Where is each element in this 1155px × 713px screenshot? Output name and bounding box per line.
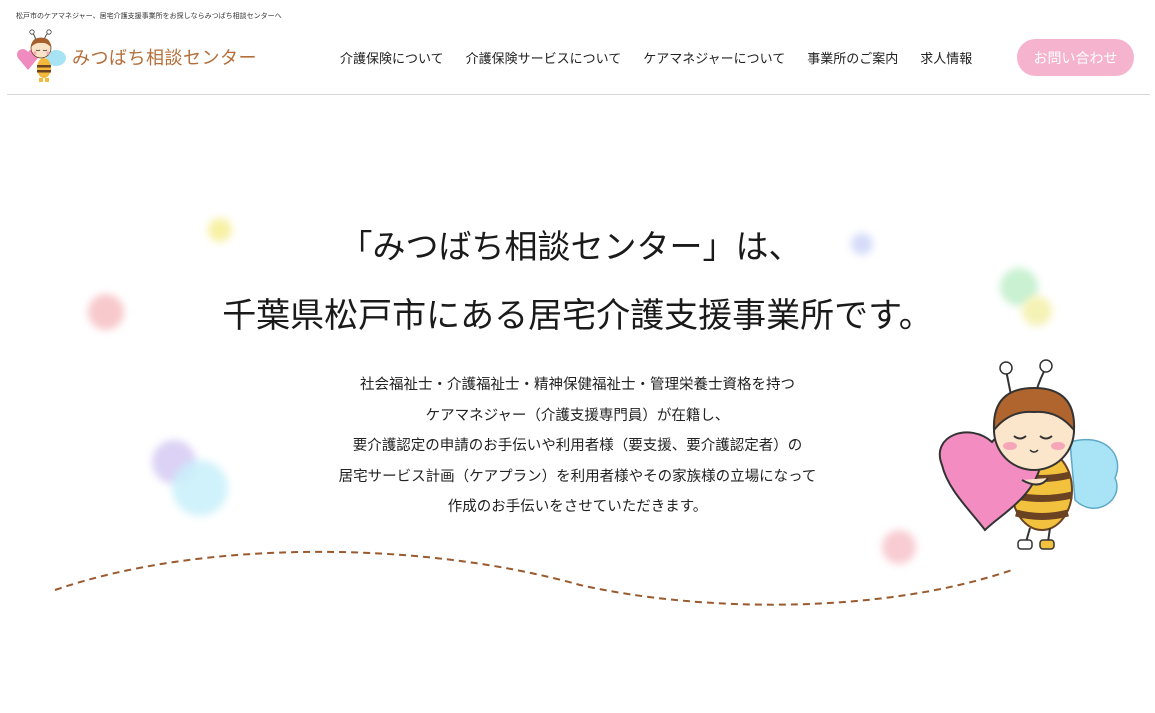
bee-hugging-heart-illustration	[938, 359, 1119, 550]
page: 松戸市のケアマネジャー、居宅介護支援事業所をお探しならみつばち相談センターへ み…	[0, 0, 1155, 713]
